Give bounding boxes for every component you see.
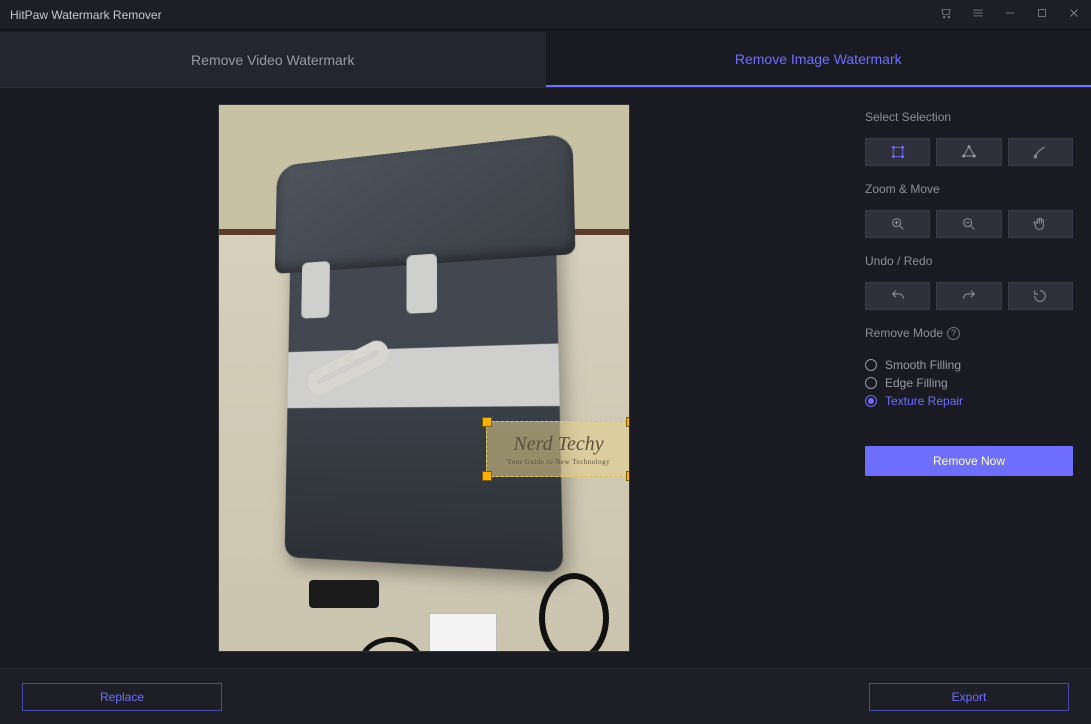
minimize-icon[interactable]	[1003, 6, 1017, 23]
canvas-area[interactable]: Nerd Techy Your Guide to New Technology	[0, 88, 847, 668]
section-mode-label: Remove Mode ?	[865, 326, 1073, 340]
footer: Replace Export	[0, 668, 1091, 724]
radio-icon	[865, 377, 877, 389]
radio-icon	[865, 395, 877, 407]
selection-box[interactable]: Nerd Techy Your Guide to New Technology	[486, 421, 630, 477]
app-title: HitPaw Watermark Remover	[10, 8, 162, 22]
remove-now-button[interactable]: Remove Now	[865, 446, 1073, 476]
section-select-label: Select Selection	[865, 110, 1073, 124]
tab-image[interactable]: Remove Image Watermark	[546, 32, 1091, 87]
section-undo-label: Undo / Redo	[865, 254, 1073, 268]
replace-label: Replace	[100, 690, 144, 704]
replace-button[interactable]: Replace	[22, 683, 222, 711]
close-icon[interactable]	[1067, 6, 1081, 23]
mode-label: Smooth Filling	[885, 358, 961, 372]
watermark-text: Nerd Techy Your Guide to New Technology	[487, 422, 630, 476]
tool-zoom-out[interactable]	[936, 210, 1001, 238]
mode-smooth-filling[interactable]: Smooth Filling	[865, 358, 1073, 372]
tool-reset[interactable]	[1008, 282, 1073, 310]
watermark-line1: Nerd Techy	[513, 433, 603, 456]
maximize-icon[interactable]	[1035, 6, 1049, 23]
tab-video-label: Remove Video Watermark	[191, 52, 354, 68]
loaded-image[interactable]: Nerd Techy Your Guide to New Technology	[218, 104, 630, 652]
help-icon[interactable]: ?	[947, 327, 960, 340]
tool-rectangle-select[interactable]	[865, 138, 930, 166]
menu-icon[interactable]	[971, 6, 985, 23]
selection-handle-tl[interactable]	[482, 417, 492, 427]
mode-label: Texture Repair	[885, 394, 963, 408]
tool-brush-select[interactable]	[1008, 138, 1073, 166]
tab-video[interactable]: Remove Video Watermark	[0, 32, 546, 87]
mode-texture-repair[interactable]: Texture Repair	[865, 394, 1073, 408]
tool-undo[interactable]	[865, 282, 930, 310]
titlebar: HitPaw Watermark Remover	[0, 0, 1091, 30]
tabbar: Remove Video Watermark Remove Image Wate…	[0, 32, 1091, 88]
selection-handle-tr[interactable]	[626, 417, 630, 427]
window-controls	[939, 6, 1081, 23]
selection-handle-br[interactable]	[626, 471, 630, 481]
tab-image-label: Remove Image Watermark	[735, 51, 902, 67]
tool-zoom-in[interactable]	[865, 210, 930, 238]
watermark-line2: Your Guide to New Technology	[507, 458, 610, 466]
remove-now-label: Remove Now	[933, 454, 1005, 468]
mode-label: Edge Filling	[885, 376, 948, 390]
tool-polygon-select[interactable]	[936, 138, 1001, 166]
cart-icon[interactable]	[939, 6, 953, 23]
section-zoom-label: Zoom & Move	[865, 182, 1073, 196]
radio-icon	[865, 359, 877, 371]
tool-redo[interactable]	[936, 282, 1001, 310]
sidebar: Select Selection Zoom & Move Und	[847, 88, 1091, 668]
main-area: Nerd Techy Your Guide to New Technology …	[0, 88, 1091, 668]
selection-handle-bl[interactable]	[482, 471, 492, 481]
tool-pan[interactable]	[1008, 210, 1073, 238]
export-label: Export	[952, 690, 987, 704]
mode-edge-filling[interactable]: Edge Filling	[865, 376, 1073, 390]
export-button[interactable]: Export	[869, 683, 1069, 711]
